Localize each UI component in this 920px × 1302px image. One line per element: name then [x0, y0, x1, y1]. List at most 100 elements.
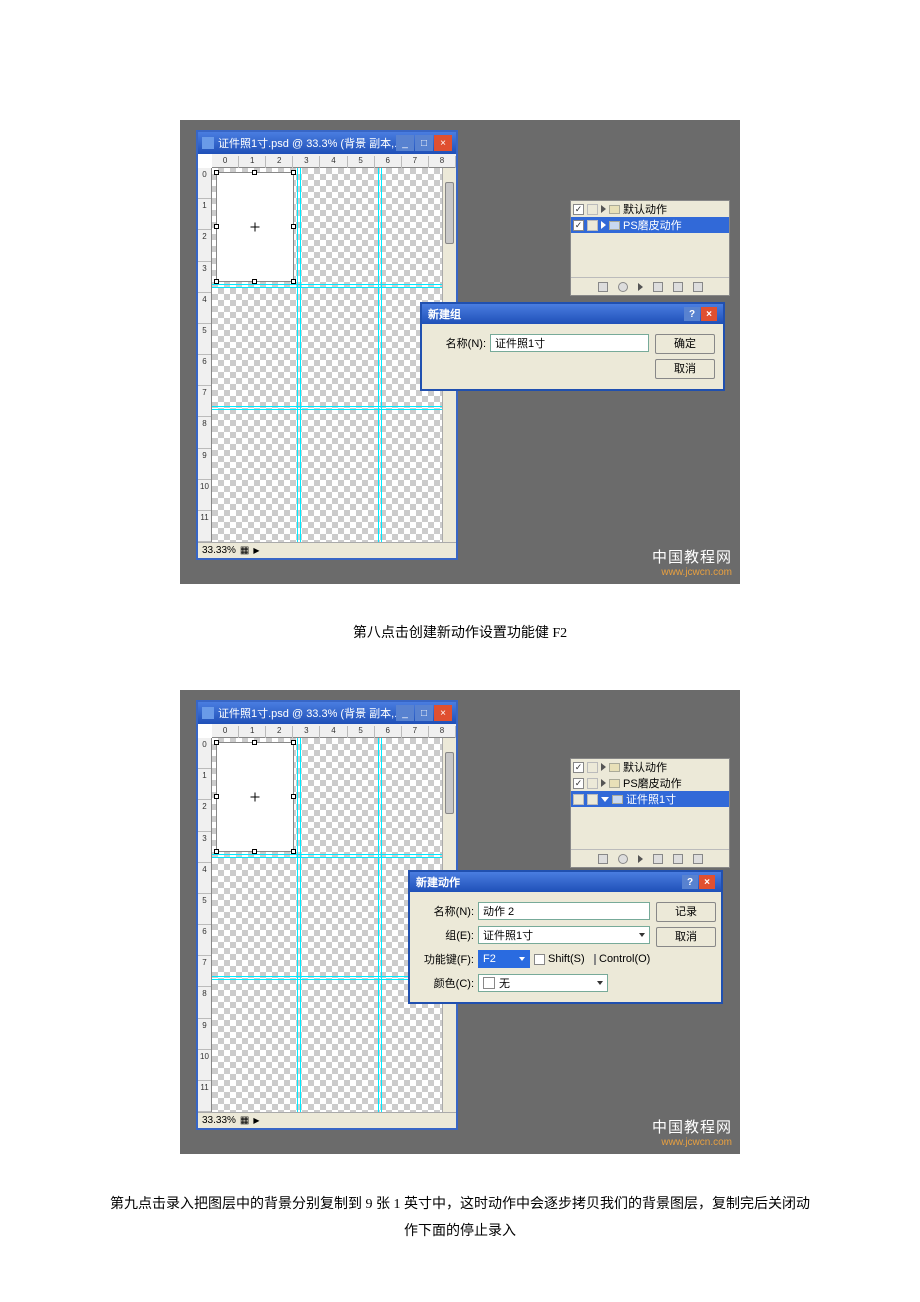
minimize-button[interactable]: _ [396, 135, 414, 151]
chevron-right-icon[interactable]: ▶ [253, 1113, 259, 1129]
handle[interactable] [291, 849, 296, 854]
name-row: 名称(N): [418, 902, 650, 920]
minimize-button[interactable]: _ [396, 705, 414, 721]
color-row: 颜色(C): 无 [418, 974, 650, 992]
help-button[interactable]: ? [682, 875, 698, 889]
set-row: 组(E): 证件照1寸 [418, 926, 650, 944]
doc-icon: ▦ [240, 1113, 249, 1129]
guide [212, 287, 456, 288]
screenshot-2: 证件照1寸.psd @ 33.3% (背景 副本,... _ □ × 01234… [180, 690, 740, 1154]
handle[interactable] [214, 170, 219, 175]
folder-icon [609, 779, 620, 788]
handle[interactable] [214, 794, 219, 799]
shift-checkbox[interactable]: Shift(S) [534, 953, 590, 965]
name-input[interactable] [478, 902, 650, 920]
close-button[interactable]: × [434, 705, 452, 721]
record-icon[interactable] [618, 854, 628, 864]
play-icon[interactable] [638, 855, 643, 863]
zoom-level[interactable]: 33.33% [202, 543, 236, 559]
action-row[interactable]: ✓ PS磨皮动作 [571, 775, 729, 791]
handle[interactable] [214, 279, 219, 284]
new-set-icon[interactable] [653, 854, 663, 864]
new-action-icon[interactable] [673, 282, 683, 292]
checkbox[interactable] [594, 954, 596, 965]
toggle-check[interactable] [573, 794, 584, 805]
close-button[interactable]: × [434, 135, 452, 151]
record-button[interactable]: 记录 [656, 902, 716, 922]
ruler-mark: 7 [198, 956, 211, 987]
maximize-button[interactable]: □ [415, 135, 433, 151]
color-label: 颜色(C): [418, 975, 474, 991]
stop-icon[interactable] [598, 854, 608, 864]
action-row-selected[interactable]: 证件照1寸 [571, 791, 729, 807]
help-button[interactable]: ? [684, 307, 700, 321]
expand-icon[interactable] [601, 779, 606, 787]
trash-icon[interactable] [693, 282, 703, 292]
close-button[interactable]: × [699, 875, 715, 889]
close-button[interactable]: × [701, 307, 717, 321]
name-row: 名称(N): [430, 334, 649, 352]
transform-selection[interactable] [216, 742, 294, 852]
toggle-dialog[interactable] [587, 220, 598, 231]
ruler-mark: 5 [198, 894, 211, 925]
toggle-dialog[interactable] [587, 794, 598, 805]
expand-icon[interactable] [601, 797, 609, 802]
handle[interactable] [252, 170, 257, 175]
doc-icon: ▦ [240, 543, 249, 559]
handle[interactable] [214, 224, 219, 229]
dialog-title: 新建组 [428, 306, 461, 322]
expand-icon[interactable] [601, 205, 606, 213]
center-point [251, 793, 260, 802]
toggle-dialog[interactable] [587, 204, 598, 215]
new-set-icon[interactable] [653, 282, 663, 292]
cancel-button[interactable]: 取消 [655, 359, 715, 379]
action-row-default[interactable]: ✓ 默认动作 [571, 201, 729, 217]
set-select[interactable]: 证件照1寸 [478, 926, 650, 944]
handle[interactable] [252, 849, 257, 854]
action-row-selected[interactable]: ✓ PS磨皮动作 [571, 217, 729, 233]
toggle-check[interactable]: ✓ [573, 762, 584, 773]
play-icon[interactable] [638, 283, 643, 291]
guide [381, 738, 382, 1112]
color-select[interactable]: 无 [478, 974, 608, 992]
handle[interactable] [252, 279, 257, 284]
zoom-level[interactable]: 33.33% [202, 1113, 236, 1129]
chevron-right-icon[interactable]: ▶ [253, 543, 259, 559]
toggle-check[interactable]: ✓ [573, 204, 584, 215]
expand-icon[interactable] [601, 221, 606, 229]
stop-icon[interactable] [598, 282, 608, 292]
handle[interactable] [214, 740, 219, 745]
handle[interactable] [291, 794, 296, 799]
guide [212, 854, 456, 855]
name-input[interactable] [490, 334, 649, 352]
new-action-icon[interactable] [673, 854, 683, 864]
toggle-dialog[interactable] [587, 778, 598, 789]
cancel-button[interactable]: 取消 [656, 927, 716, 947]
action-row-default[interactable]: ✓ 默认动作 [571, 759, 729, 775]
ok-button[interactable]: 确定 [655, 334, 715, 354]
handle[interactable] [214, 849, 219, 854]
handle[interactable] [291, 170, 296, 175]
handle[interactable] [291, 279, 296, 284]
fkey-select[interactable]: F2 [478, 950, 530, 968]
control-checkbox[interactable]: Control(O) [594, 953, 650, 965]
toggle-check[interactable]: ✓ [573, 778, 584, 789]
center-point [251, 223, 260, 232]
handle[interactable] [252, 740, 257, 745]
record-icon[interactable] [618, 282, 628, 292]
ruler-vertical: 01234567891011 [198, 168, 212, 542]
expand-icon[interactable] [601, 763, 606, 771]
toggle-check[interactable]: ✓ [573, 220, 584, 231]
action-label: 证件照1寸 [626, 791, 676, 807]
transform-selection[interactable] [216, 172, 294, 282]
toggle-dialog[interactable] [587, 762, 598, 773]
trash-icon[interactable] [693, 854, 703, 864]
handle[interactable] [291, 740, 296, 745]
watermark-main: 中国教程网 [652, 546, 732, 567]
maximize-button[interactable]: □ [415, 705, 433, 721]
handle[interactable] [291, 224, 296, 229]
chevron-down-icon [519, 957, 525, 961]
control-label: Control(O) [599, 953, 650, 965]
ruler-mark: 10 [198, 1050, 211, 1081]
checkbox[interactable] [534, 954, 545, 965]
